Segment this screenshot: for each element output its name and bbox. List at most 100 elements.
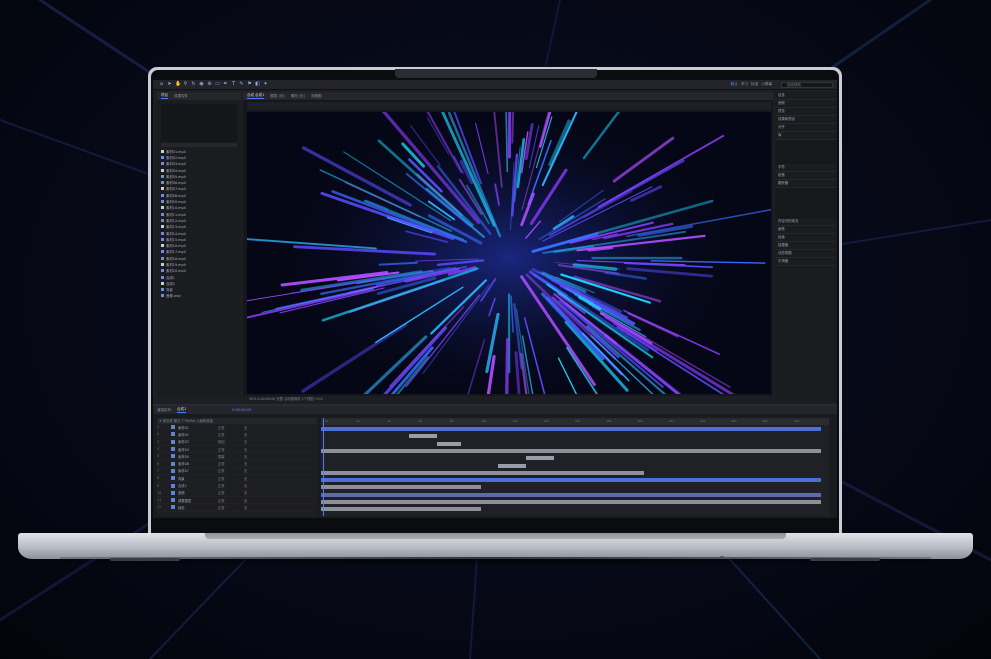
properties-panel-item[interactable]: 画笔: [775, 226, 837, 234]
file-list-item[interactable]: 音频.wav: [161, 293, 239, 299]
properties-panel-item[interactable]: 段落: [775, 172, 837, 180]
layer-row[interactable]: 2 素材02 正常无: [157, 431, 317, 439]
layer-parent[interactable]: 无: [244, 476, 274, 481]
layer-parent[interactable]: 无: [244, 454, 274, 459]
layer-mode[interactable]: 正常: [218, 490, 244, 495]
layer-clip-bar[interactable]: [526, 456, 554, 461]
brush-tool-icon[interactable]: ✎: [239, 82, 244, 87]
properties-panel-item[interactable]: 库: [775, 132, 837, 140]
layer-clip-bar[interactable]: [409, 434, 437, 439]
eraser-tool-icon[interactable]: ◧: [255, 82, 260, 87]
layer-clip-bar[interactable]: [437, 441, 461, 446]
layer-parent[interactable]: 无: [244, 425, 274, 430]
layer-mode[interactable]: 正常: [218, 483, 244, 488]
layer-parent[interactable]: 无: [244, 439, 274, 444]
layer-clip-bar[interactable]: [321, 507, 481, 512]
layer-mode[interactable]: 正常: [218, 461, 244, 466]
layer-row[interactable]: 8 背景 正常无: [157, 475, 317, 483]
layer-clip-bar[interactable]: [321, 470, 644, 475]
tab-flowchart[interactable]: 流程图: [311, 94, 322, 99]
zoom-tool-icon[interactable]: ⚲: [183, 82, 188, 87]
rectangle-tool-icon[interactable]: ▭: [215, 82, 220, 87]
properties-panel-item[interactable]: 预览: [775, 108, 837, 116]
workspace-tab-learn[interactable]: 学习: [741, 82, 748, 87]
layer-mode[interactable]: 正常: [218, 476, 244, 481]
layer-row[interactable]: 1 素材01 正常无: [157, 424, 317, 432]
timeline-tracks[interactable]: 0s 2s 4s 6s 8s 10s 12s 14s 16s 18s 20s 22s 24s 26s 28s…: [321, 418, 829, 516]
tab-render-queue[interactable]: 渲染队列: [157, 408, 171, 413]
help-search-input[interactable]: 搜索帮助: [781, 82, 833, 88]
layer-mode[interactable]: 相加: [218, 439, 244, 444]
workspace-tab-small-screen[interactable]: 小屏幕: [761, 82, 772, 87]
rotate-tool-icon[interactable]: ↻: [191, 82, 196, 87]
layer-row[interactable]: 10 音频 正常无: [157, 490, 317, 497]
file-icon: [161, 281, 164, 285]
properties-panel-item[interactable]: 跟踪器: [775, 180, 837, 188]
layer-parent[interactable]: 无: [244, 461, 274, 466]
pen-tool-icon[interactable]: ✒: [223, 82, 228, 87]
layer-row[interactable]: 12 纯色 正常无: [157, 504, 317, 512]
properties-panel-item[interactable]: 内容识别填充: [775, 218, 837, 226]
layer-parent[interactable]: 无: [244, 498, 274, 503]
layer-row[interactable]: 6 素材06 正常无: [157, 460, 317, 468]
tab-effect-controls[interactable]: 效果控件: [174, 94, 188, 99]
home-icon[interactable]: ⌂: [159, 82, 164, 87]
layer-mode[interactable]: 正常: [218, 505, 244, 510]
file-icon: [161, 168, 164, 172]
layer-parent[interactable]: 无: [244, 468, 274, 473]
layer-parent[interactable]: 无: [244, 490, 274, 495]
layer-parent[interactable]: 无: [244, 483, 274, 488]
layer-mode[interactable]: 正常: [218, 498, 244, 503]
workspace-tab-default[interactable]: 默认: [731, 82, 738, 87]
project-search-input[interactable]: [161, 143, 237, 147]
layer-mode[interactable]: 正常: [218, 447, 244, 452]
layer-clip-bar[interactable]: [321, 485, 481, 490]
text-tool-icon[interactable]: T: [231, 82, 236, 87]
pan-behind-tool-icon[interactable]: ⊕: [207, 82, 212, 87]
layer-mode[interactable]: 正常: [218, 468, 244, 473]
properties-panel-item[interactable]: 信息: [775, 92, 837, 100]
layer-mode[interactable]: 屏幕: [218, 454, 244, 459]
properties-panel-item[interactable]: 效果和预设: [775, 116, 837, 124]
layer-row[interactable]: 7 素材07 正常无: [157, 468, 317, 476]
clone-stamp-tool-icon[interactable]: ⚑: [247, 82, 252, 87]
layer-row[interactable]: 11 调整图层 正常无: [157, 497, 317, 505]
layer-parent[interactable]: 无: [244, 432, 274, 437]
properties-panel-item[interactable]: 对齐: [775, 124, 837, 132]
layer-mode[interactable]: 正常: [218, 425, 244, 430]
properties-panel-item[interactable]: 绘画: [775, 234, 837, 242]
properties-panel-item[interactable]: 动态草图: [775, 250, 837, 258]
tab-timeline-comp[interactable]: 合成1: [177, 407, 187, 413]
layer-clip-bar[interactable]: [321, 427, 821, 431]
playhead[interactable]: [323, 418, 324, 516]
layer-clip-bar[interactable]: [321, 478, 821, 483]
base-shadow: [60, 557, 931, 565]
properties-panel-item[interactable]: 平滑器: [775, 258, 837, 266]
time-ruler[interactable]: 0s 2s 4s 6s 8s 10s 12s 14s 16s 18s 20s 22s 24s 26s 28s…: [321, 418, 829, 425]
layer-row[interactable]: 3 素材03 相加无: [157, 439, 317, 446]
timecode-display[interactable]: 0:00:00:00: [232, 408, 251, 412]
composition-canvas[interactable]: [247, 112, 771, 394]
layer-parent[interactable]: 无: [244, 447, 274, 452]
layer-row[interactable]: 9 合成2 正常无: [157, 482, 317, 490]
layer-clip-bar[interactable]: [321, 448, 821, 453]
layer-parent[interactable]: 无: [244, 505, 274, 510]
layer-mode[interactable]: 正常: [218, 432, 244, 437]
layer-clip-bar[interactable]: [321, 492, 821, 497]
properties-panel-item[interactable]: 字符: [775, 164, 837, 172]
layer-row[interactable]: 4 素材04 正常无: [157, 446, 317, 454]
tab-project[interactable]: 项目: [161, 93, 168, 99]
properties-panel-item[interactable]: 摇摆器: [775, 242, 837, 250]
puppet-tool-icon[interactable]: ✦: [263, 82, 268, 87]
properties-panel-item[interactable]: 音频: [775, 100, 837, 108]
tab-footage[interactable]: 素材 (无): [291, 94, 305, 99]
hand-tool-icon[interactable]: ✋: [175, 82, 181, 87]
workspace-tab-standard[interactable]: 标准: [751, 82, 758, 87]
layer-clip-bar[interactable]: [321, 500, 821, 504]
selection-tool-icon[interactable]: ➤: [167, 82, 172, 87]
tab-composition[interactable]: 合成 合成1: [247, 93, 265, 99]
camera-tool-icon[interactable]: ◉: [199, 82, 204, 87]
layer-clip-bar[interactable]: [498, 463, 526, 468]
layer-row[interactable]: 5 素材05 屏幕无: [157, 453, 317, 461]
tab-layer[interactable]: 图层 (无): [270, 94, 284, 99]
